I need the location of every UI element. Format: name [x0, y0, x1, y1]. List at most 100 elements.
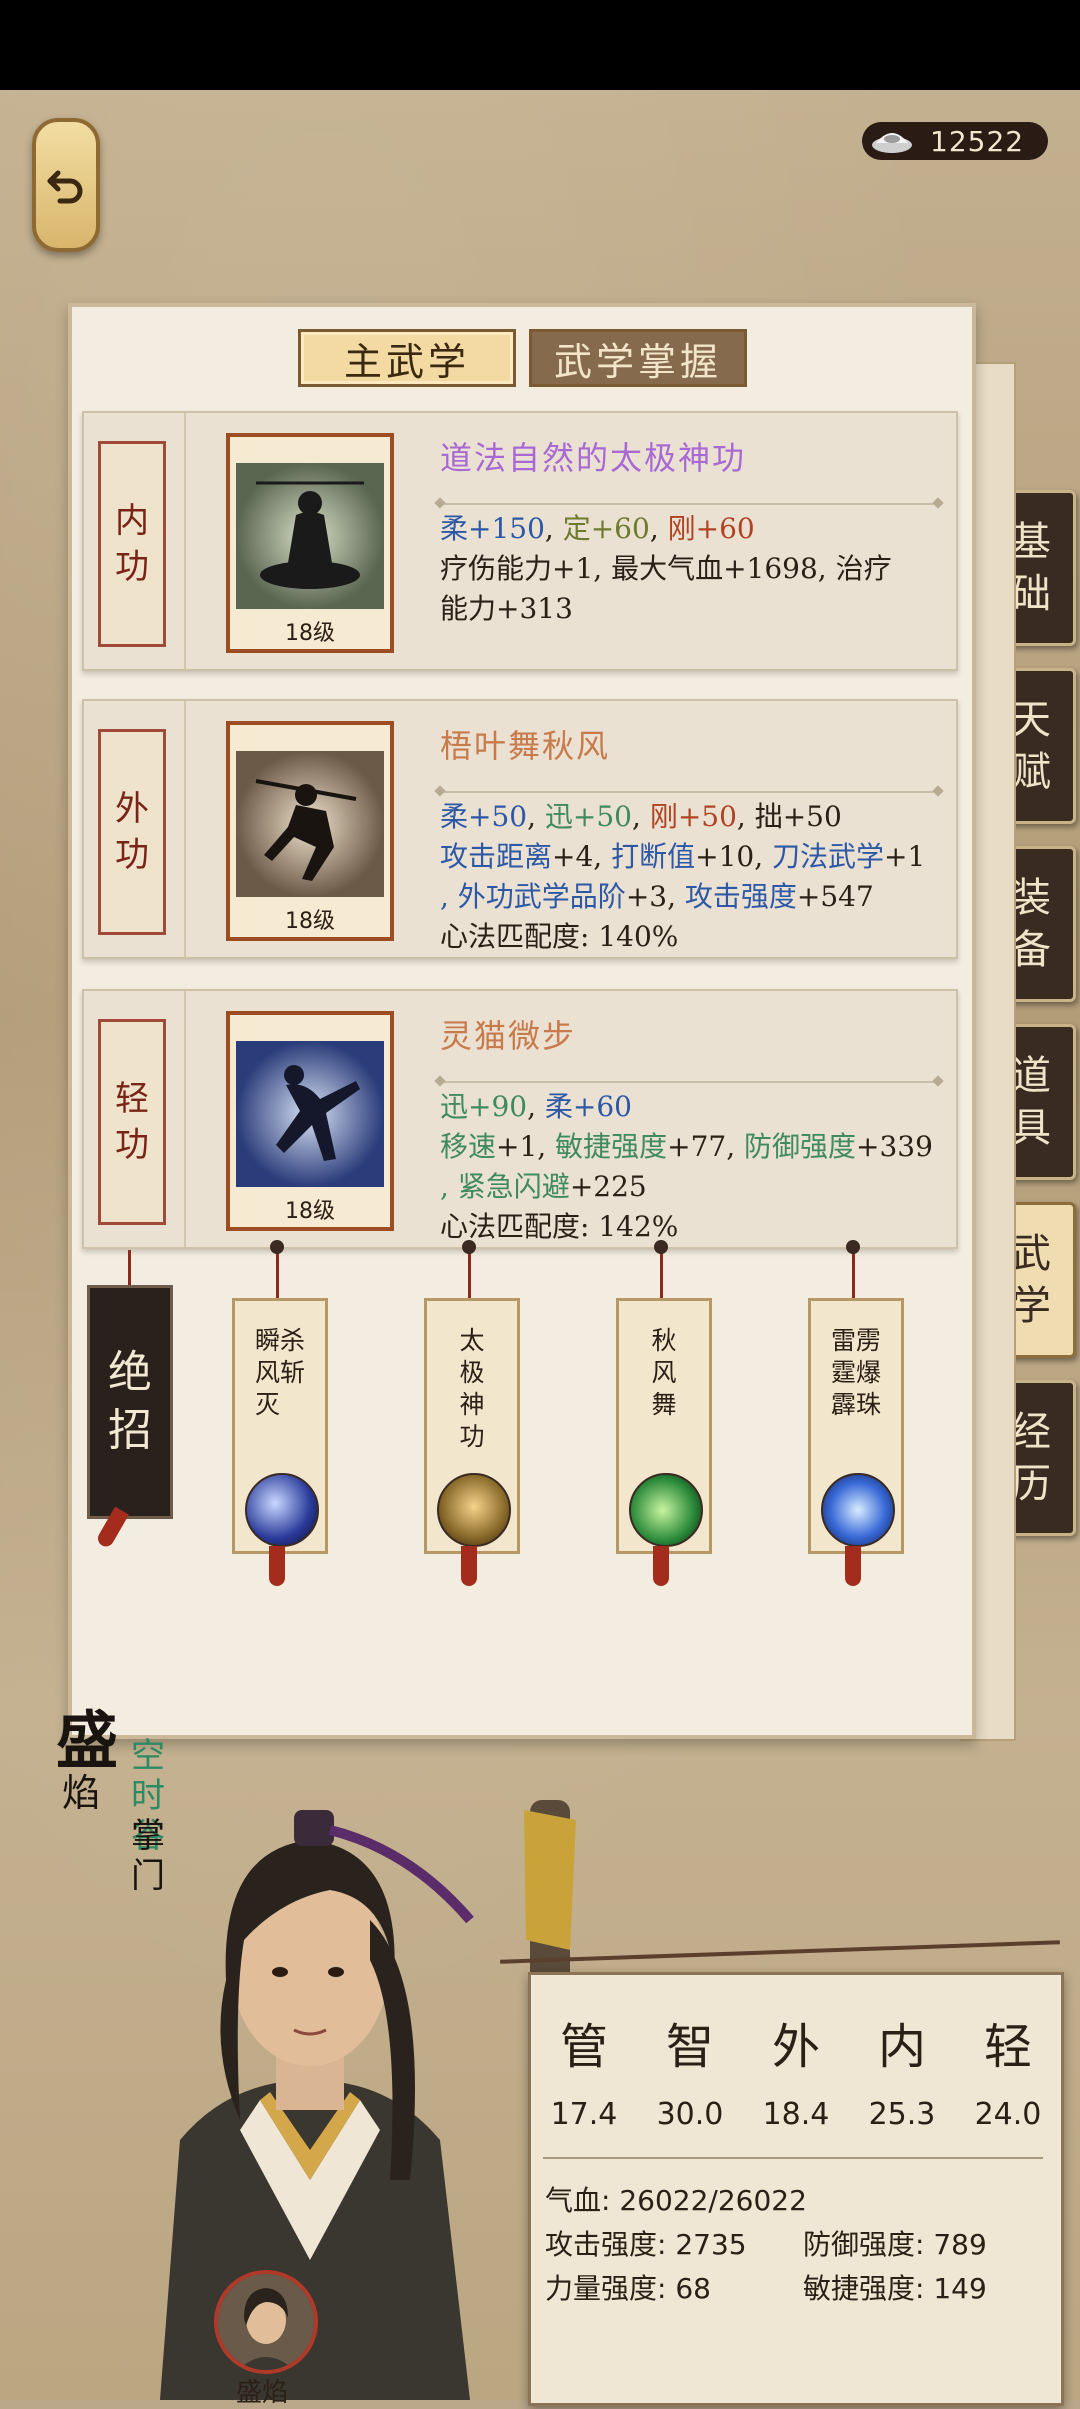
vertical-char: 备	[1011, 927, 1051, 973]
stat-agility: 敏捷强度: 149	[803, 2272, 987, 2305]
attribute-value: 17.4	[550, 2097, 618, 2132]
stat-rou: 柔+60	[544, 1090, 632, 1123]
skill-name: 道法自然的太极神功	[440, 439, 747, 477]
vertical-char: 神	[459, 1390, 485, 1419]
attribute-name: 轻	[983, 2019, 1032, 2075]
stat-label: , 外功武学品阶	[440, 880, 626, 913]
tab-label: 装备	[1011, 872, 1051, 976]
vertical-char: 道	[1011, 1053, 1051, 1099]
stat-gang: 刚+50	[649, 800, 737, 833]
tab-label: 经历	[1011, 1406, 1051, 1510]
hanging-string	[128, 1250, 131, 1288]
avatar-name: 盛焰	[236, 2378, 289, 2408]
stat-label: 防御强度	[744, 1130, 857, 1163]
skill-card-inner[interactable]: 内功 18级 道法自然的太极神功 柔+150, 定+60, 刚+60 疗伤能力+…	[82, 411, 958, 671]
status-bar	[0, 0, 1080, 90]
vertical-char: 历	[1011, 1461, 1051, 1507]
vertical-char: 外	[115, 789, 149, 829]
attribute-value: 25.3	[868, 2097, 936, 2132]
vertical-char: 瞬	[254, 1326, 280, 1355]
character-avatar[interactable]	[214, 2270, 318, 2374]
tab-label: 天赋	[1011, 694, 1051, 798]
vertical-char: 雳	[856, 1326, 882, 1355]
skill-description: 柔+50, 迅+50, 刚+50, 拙+50 攻击距离+4, 打断值+10, 刀…	[440, 797, 950, 957]
vertical-char: 内	[115, 501, 149, 541]
stat-value: +77,	[667, 1130, 744, 1163]
stat-value: +339	[856, 1130, 933, 1163]
ornament-divider	[440, 791, 938, 793]
vertical-char: 太	[459, 1326, 485, 1355]
skill-type-label: 轻功	[98, 1019, 166, 1225]
skill-portrait[interactable]: 18级	[226, 433, 394, 653]
skill-portrait[interactable]: 18级	[226, 1011, 394, 1231]
skill-level: 18级	[230, 1197, 390, 1227]
vertical-char: 功	[115, 835, 149, 875]
stat-value: +225	[569, 1170, 647, 1203]
sep: ,	[736, 800, 755, 833]
skill-card-light[interactable]: 轻功 18级 灵猫微步 迅+90, 柔+60 移速+1, 敏捷强度+77, 防御…	[82, 989, 958, 1249]
stat-label: 敏捷强度	[555, 1130, 668, 1163]
attribute-values: 17.4 30.0 18.4 25.3 24.0	[531, 2097, 1061, 2132]
vertical-char: 秋	[651, 1326, 677, 1355]
hanging-knot	[270, 1240, 284, 1254]
ultimate-move-card[interactable]: 太极神功	[424, 1298, 520, 1554]
vertical-char: 础	[1011, 571, 1051, 617]
vertical-char: 舞	[651, 1390, 677, 1419]
stat-gang: 刚+60	[667, 512, 755, 545]
stat-label: , 紧急闪避	[440, 1170, 570, 1203]
stat-rou: 柔+150	[440, 512, 545, 545]
attribute-name: 智	[665, 2019, 714, 2075]
vertical-char: 杀	[280, 1326, 306, 1355]
vertical-char: 极	[459, 1358, 485, 1387]
silver-ingot-icon	[872, 133, 912, 153]
stat-value: +547	[796, 880, 874, 913]
ultimate-move-name: 太极神功	[427, 1325, 517, 1453]
tab-label: 道具	[1011, 1050, 1051, 1154]
match-rate: 心法匹配度: 142%	[440, 1210, 679, 1243]
skill-portrait[interactable]: 18级	[226, 721, 394, 941]
hanging-knot	[846, 1240, 860, 1254]
vertical-char: 轻	[115, 1079, 149, 1119]
ultimate-move-card[interactable]: 秋风舞	[616, 1298, 712, 1554]
name-column: 瞬风灭	[255, 1325, 280, 1421]
vertical-char: 装	[1011, 875, 1051, 921]
skill-name: 灵猫微步	[440, 1017, 577, 1055]
hanging-knot	[654, 1240, 668, 1254]
vertical-char: 功	[115, 1125, 149, 1165]
ultimate-move-card[interactable]: 雷霆霹雳爆珠	[808, 1298, 904, 1554]
vertical-char: 武	[1011, 1231, 1051, 1277]
avatar-portrait	[218, 2274, 314, 2370]
vertical-char: 功	[459, 1422, 485, 1451]
desc-line: 能力+313	[440, 592, 573, 625]
skill-level: 18级	[230, 619, 390, 649]
stat-strength: 力量强度: 68	[545, 2272, 711, 2305]
currency-amount: 12522	[930, 124, 1025, 158]
ornament-divider	[440, 503, 938, 505]
tassel	[461, 1546, 477, 1586]
ultimate-move-card[interactable]: 瞬风灭杀斩	[232, 1298, 328, 1554]
sep: ,	[527, 800, 545, 833]
name-column: 雳爆珠	[856, 1325, 881, 1421]
stats-board: 管 智 外 内 轻 17.4 30.0 18.4 25.3 24.0 气血: 26022/260…	[528, 1972, 1064, 2406]
vertical-char: 赋	[1011, 749, 1051, 795]
vertical-char: 雷	[830, 1326, 856, 1355]
desc-line: 疗伤能力+1, 最大气血+1698, 治疗	[440, 552, 892, 585]
tab-label: 基础	[1011, 516, 1051, 620]
skill-card-outer[interactable]: 外功 18级 梧叶舞秋风 柔+50, 迅+50, 刚+50, 拙+50 攻击距离…	[82, 699, 958, 959]
skill-type-label: 内功	[98, 441, 166, 647]
ornament-divider	[440, 1081, 938, 1083]
stat-label: 刀法武学	[772, 840, 885, 873]
meditation-art-icon	[236, 463, 384, 609]
stat-xun: 迅+90	[440, 1090, 528, 1123]
tab-main-martial-arts[interactable]: 主武学	[298, 329, 516, 387]
vertical-char: 珠	[856, 1390, 882, 1419]
back-button[interactable]	[32, 118, 100, 252]
currency-display: 12522	[862, 122, 1048, 160]
tab-martial-mastery[interactable]: 武学掌握	[529, 329, 747, 387]
autumn-wind-icon	[629, 1473, 703, 1547]
divider	[184, 413, 186, 669]
skill-description: 迅+90, 柔+60 移速+1, 敏捷强度+77, 防御强度+339 , 紧急闪…	[440, 1087, 950, 1247]
vertical-char: 斩	[280, 1358, 306, 1387]
stat-label: 打断值	[611, 840, 696, 873]
vertical-char: 风	[254, 1358, 280, 1387]
